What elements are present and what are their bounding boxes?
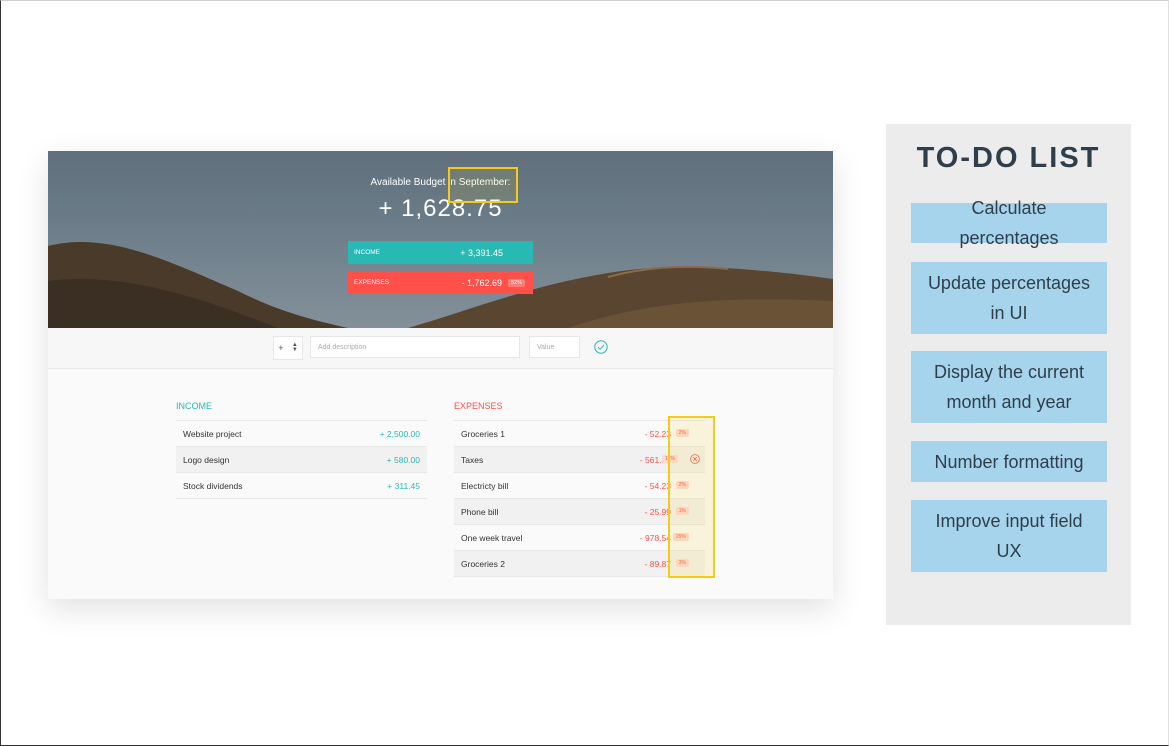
- item-description: Phone bill: [461, 507, 499, 517]
- expenses-list: Groceries 1 - 52.23 2% Taxes - 561.87 17…: [454, 420, 705, 577]
- expense-item[interactable]: Phone bill - 25.99 1%: [454, 499, 705, 525]
- budget-title: Available Budget in September:: [370, 177, 511, 188]
- add-check-icon[interactable]: [594, 340, 608, 354]
- income-summary-label: INCOME: [354, 249, 380, 256]
- type-select-value: +: [278, 343, 284, 353]
- select-arrows-icon: ▲ ▼: [291, 342, 298, 353]
- item-value: + 2,500.00: [379, 429, 420, 439]
- expenses-summary-value: - 1,762.69: [461, 277, 502, 288]
- todo-item: Number formatting: [911, 441, 1107, 482]
- expense-item[interactable]: Groceries 1 - 52.23 2%: [454, 421, 705, 447]
- value-input[interactable]: Value: [529, 336, 580, 358]
- item-description: Logo design: [183, 455, 230, 465]
- budget-app-screenshot: Available Budget in September: + 1,628.7…: [48, 151, 833, 599]
- hero-header: Available Budget in September: + 1,628.7…: [48, 151, 833, 328]
- todo-item: Improve input field UX: [911, 500, 1107, 572]
- item-value: + 580.00: [386, 455, 420, 465]
- todo-title: TO-DO LIST: [916, 142, 1101, 174]
- item-value: - 52.23: [644, 429, 671, 439]
- item-value: - 978.54: [639, 533, 671, 543]
- item-value: - 54.23: [644, 481, 671, 491]
- item-value: + 311.45: [387, 481, 420, 491]
- item-value: - 89.87: [644, 559, 671, 569]
- item-percentage: 2%: [675, 481, 689, 489]
- todo-item: Calculate percentages: [911, 198, 1107, 248]
- expense-item[interactable]: Taxes - 561.87 17%: [454, 447, 705, 473]
- expense-item[interactable]: Electricty bill - 54.23 2%: [454, 473, 705, 499]
- expense-item[interactable]: Groceries 2 - 89.87 3%: [454, 551, 705, 577]
- expenses-column-title: EXPENSES: [454, 401, 503, 411]
- income-item[interactable]: Website project + 2,500.00: [176, 421, 427, 447]
- item-percentage: 29%: [672, 533, 689, 541]
- item-description: Electricty bill: [461, 481, 509, 491]
- item-percentage: 2%: [675, 429, 689, 437]
- expenses-summary-label: EXPENSES: [354, 279, 390, 286]
- item-percentage: 17%: [661, 455, 678, 463]
- todo-item: Update percentages in UI: [911, 262, 1107, 334]
- expenses-summary: EXPENSES - 1,762.69 52%: [348, 271, 533, 294]
- expenses-summary-percentage: 52%: [507, 278, 525, 287]
- item-description: Groceries 2: [461, 559, 505, 569]
- item-description: One week travel: [461, 533, 523, 543]
- type-select[interactable]: + ▲ ▼: [273, 336, 303, 360]
- item-percentage: 1%: [675, 507, 689, 515]
- description-input[interactable]: Add description: [310, 336, 520, 358]
- item-description: Groceries 1: [461, 429, 505, 439]
- todo-item: Display the current month and year: [911, 351, 1107, 423]
- item-description: Stock dividends: [183, 481, 243, 491]
- expense-item[interactable]: One week travel - 978.54 29%: [454, 525, 705, 551]
- income-item[interactable]: Stock dividends + 311.45: [176, 473, 427, 499]
- add-bar: + ▲ ▼ Add description Value: [48, 328, 833, 369]
- income-summary: INCOME + 3,391.45: [348, 241, 533, 264]
- todo-panel: TO-DO LIST Calculate percentages Update …: [886, 124, 1131, 625]
- income-column-title: INCOME: [176, 401, 212, 411]
- delete-icon[interactable]: [690, 454, 700, 464]
- income-list: Website project + 2,500.00 Logo design +…: [176, 420, 427, 499]
- item-value: - 25.99: [644, 507, 671, 517]
- item-percentage: 3%: [675, 559, 689, 567]
- item-description: Website project: [183, 429, 242, 439]
- income-summary-value: + 3,391.45: [460, 247, 503, 258]
- income-item[interactable]: Logo design + 580.00: [176, 447, 427, 473]
- item-description: Taxes: [461, 455, 484, 465]
- budget-value: + 1,628.75: [378, 195, 503, 222]
